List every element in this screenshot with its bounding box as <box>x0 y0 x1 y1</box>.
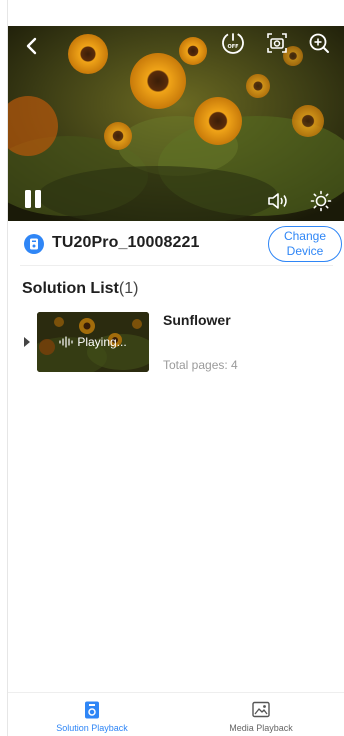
zoom-in-icon <box>309 33 329 53</box>
solution-list-count: (1) <box>118 280 139 297</box>
pause-button[interactable] <box>22 188 44 210</box>
volume-icon <box>268 193 287 209</box>
back-arrow-icon <box>26 37 37 55</box>
power-off-button[interactable]: OFF <box>220 30 246 56</box>
power-off-icon: OFF <box>222 32 244 54</box>
snapshot-button[interactable] <box>264 30 290 56</box>
device-icon <box>24 234 44 254</box>
brightness-button[interactable] <box>308 188 334 214</box>
tab-media-playback-label: Media Playback <box>229 723 293 733</box>
device-name: TU20Pro_10008221 <box>52 234 200 251</box>
pause-icon <box>25 190 41 208</box>
tab-media-playback[interactable]: Media Playback <box>177 693 344 736</box>
video-preview[interactable]: OFF <box>8 26 344 221</box>
brightness-icon <box>310 190 332 212</box>
playing-overlay: Playing... <box>37 312 149 372</box>
back-button[interactable] <box>18 32 46 60</box>
tab-solution-playback[interactable]: Solution Playback <box>8 693 176 736</box>
svg-text:OFF: OFF <box>227 44 238 50</box>
sound-wave-icon <box>59 336 73 348</box>
volume-button[interactable] <box>266 190 292 212</box>
caret-right-icon[interactable] <box>22 336 32 348</box>
camera-snapshot-icon <box>267 33 287 53</box>
zoom-in-button[interactable] <box>306 30 332 56</box>
bottom-nav: Solution Playback Media Playback <box>8 692 344 736</box>
solution-name: Sunflower <box>163 312 231 328</box>
app-screen: OFF TU20Pro_10008221 Change Device Solut… <box>7 0 344 736</box>
playing-status: Playing... <box>77 335 127 349</box>
media-playback-icon <box>252 701 270 718</box>
solution-list-title: Solution List(1) <box>22 280 138 298</box>
solution-thumbnail[interactable]: Playing... <box>37 312 149 372</box>
solution-pages: Total pages: 4 <box>163 358 238 372</box>
change-device-button[interactable]: Change Device <box>268 226 342 262</box>
solution-item[interactable]: Playing... Sunflower Total pages: 4 <box>22 310 332 376</box>
solution-list-label: Solution List <box>22 280 119 297</box>
sunflower-field-image <box>8 26 344 221</box>
solution-playback-icon <box>85 701 99 719</box>
device-row: TU20Pro_10008221 Change Device <box>20 222 342 266</box>
tab-solution-playback-label: Solution Playback <box>56 723 128 733</box>
